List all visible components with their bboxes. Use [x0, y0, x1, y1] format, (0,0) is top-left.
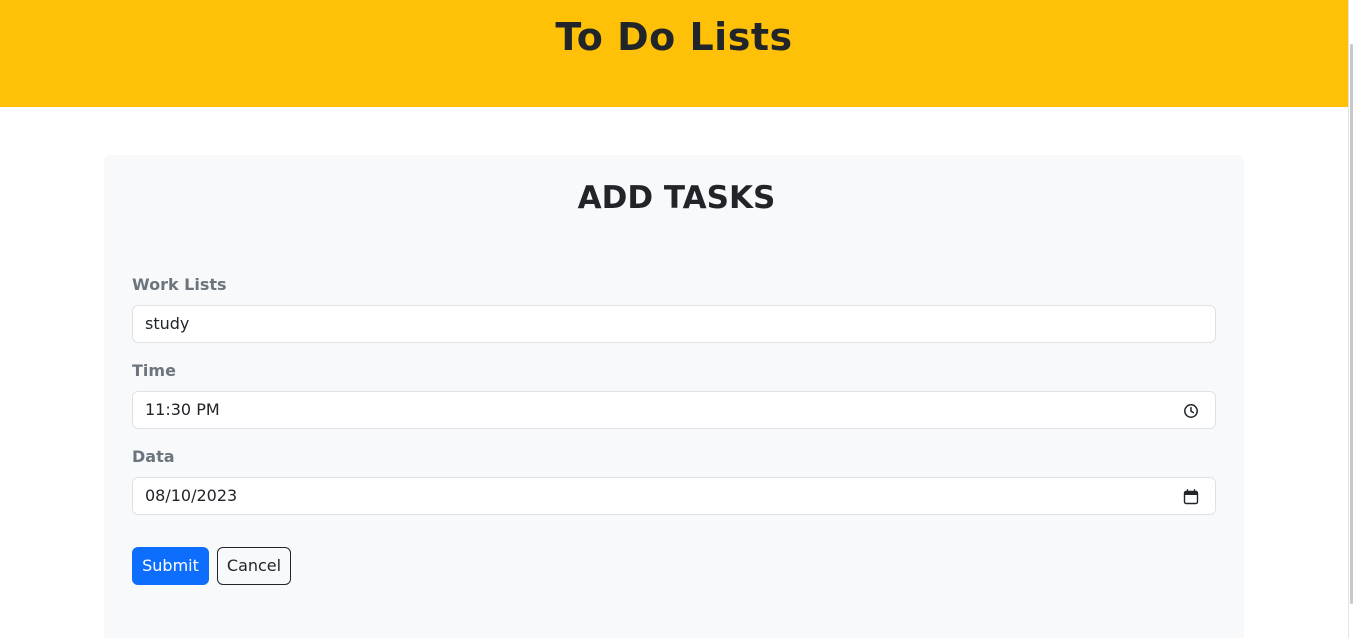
- date-label: Data: [132, 447, 175, 466]
- calendar-icon[interactable]: [1183, 489, 1199, 505]
- work-list-input[interactable]: study: [132, 305, 1216, 343]
- date-input[interactable]: 08/10/2023: [132, 477, 1216, 515]
- work-list-label: Work Lists: [132, 275, 227, 294]
- time-label: Time: [132, 361, 176, 380]
- work-list-value: study: [145, 314, 190, 333]
- time-value: 11:30 PM: [145, 400, 220, 419]
- time-input[interactable]: 11:30 PM: [132, 391, 1216, 429]
- page: To Do Lists ADD TASKS Work Lists study T…: [0, 0, 1353, 638]
- header-bar: To Do Lists: [0, 0, 1348, 107]
- cancel-button[interactable]: Cancel: [217, 547, 291, 585]
- form-title: ADD TASKS: [577, 180, 776, 216]
- clock-icon[interactable]: [1183, 403, 1199, 419]
- date-value: 08/10/2023: [145, 486, 238, 505]
- submit-button[interactable]: Submit: [132, 547, 209, 585]
- page-title: To Do Lists: [555, 15, 793, 59]
